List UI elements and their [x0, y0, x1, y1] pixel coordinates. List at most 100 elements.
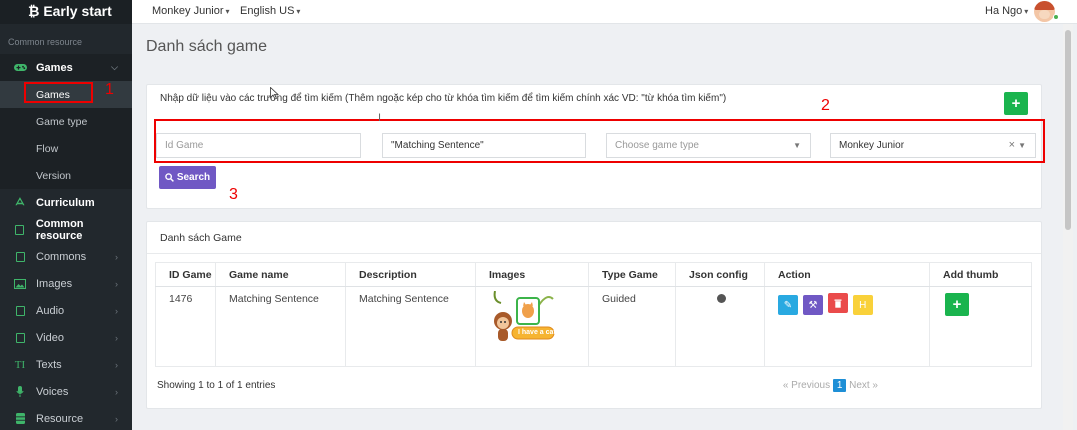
search-button[interactable]: Search	[159, 166, 216, 189]
trash-icon	[834, 299, 842, 308]
page-scrollbar[interactable]	[1063, 24, 1073, 430]
chevron-right-icon: ›	[115, 332, 118, 343]
sidebar-item-commons[interactable]: Commons ›	[0, 243, 132, 270]
column-header[interactable]: ID Game	[155, 262, 216, 287]
game-name-value: "Matching Sentence"	[391, 140, 484, 151]
annotation-number-2: 2	[821, 97, 830, 114]
caret-down-icon: ▼	[793, 141, 801, 150]
app-select-value: Monkey Junior	[839, 140, 905, 151]
sidebar: ₿ Early start Common resource Games ⌵ Ga…	[0, 0, 132, 430]
sidebar-item-label: Curriculum	[36, 196, 95, 209]
avatar[interactable]	[1034, 1, 1055, 22]
caret-down-icon: ▾	[1024, 7, 1029, 16]
plus-icon: +	[1011, 95, 1021, 112]
caret-down-icon: ▾	[225, 7, 230, 16]
column-header[interactable]: Json config	[675, 262, 765, 287]
game-name-input[interactable]: "Matching Sentence"	[382, 133, 586, 158]
cell-description: Matching Sentence	[345, 286, 476, 367]
sidebar-item-label: Common resource	[35, 217, 84, 242]
game-type-select[interactable]: Choose game type ▼	[606, 133, 811, 158]
chevron-down-icon: ⌵	[111, 62, 118, 72]
divider	[147, 253, 1041, 254]
sidebar-subitem-flow[interactable]: Flow	[0, 135, 132, 162]
sidebar-item-label: Resource	[36, 412, 84, 425]
user-name: Ha Ngo	[985, 5, 1023, 17]
sidebar-item-label: Texts	[36, 358, 62, 371]
sidebar-item-label: Audio	[36, 304, 65, 317]
id-game-placeholder: Id Game	[165, 140, 204, 151]
search-hint: Nhập dữ liệu vào các trường để tìm kiếm …	[160, 93, 727, 104]
database-icon	[13, 413, 27, 425]
file-icon	[13, 251, 27, 263]
cell-image: I have a cat	[475, 286, 589, 367]
bitcoin-icon: ₿	[28, 3, 44, 19]
sidebar-item-texts[interactable]: TI Texts ›	[0, 351, 132, 378]
h-button[interactable]: H	[852, 295, 873, 315]
previous-page-button[interactable]: « Previous	[783, 380, 830, 391]
json-config-icon[interactable]	[717, 294, 726, 303]
search-panel: Nhập dữ liệu vào các trường để tìm kiếm …	[146, 84, 1045, 209]
mic-icon	[13, 386, 27, 398]
cell-game-name: Matching Sentence	[215, 286, 346, 367]
sidebar-item-resource[interactable]: Resource ›	[0, 405, 132, 430]
sidebar-item-label: Games	[36, 61, 73, 74]
chevron-right-icon: ›	[115, 359, 118, 370]
column-header[interactable]: Add thumb	[929, 262, 1032, 287]
sidebar-item-audio[interactable]: Audio ›	[0, 297, 132, 324]
sidebar-section-header: Common resource	[8, 37, 83, 47]
column-header[interactable]: Type Game	[588, 262, 676, 287]
sidebar-item-images[interactable]: Images ›	[0, 270, 132, 297]
online-status-dot	[1053, 14, 1059, 20]
clear-icon[interactable]: ×	[1009, 139, 1015, 151]
pencil-icon: ✎	[783, 299, 793, 311]
column-header[interactable]: Images	[475, 262, 589, 287]
filter-annotation-box: Id Game "Matching Sentence" Choose game …	[154, 119, 1045, 163]
edit-button[interactable]: ✎	[778, 295, 798, 315]
next-page-button[interactable]: Next »	[849, 380, 878, 391]
app-select[interactable]: Monkey Junior × ▼	[830, 133, 1036, 158]
pagination: « Previous 1 Next »	[783, 379, 878, 392]
game-list-panel: Danh sách Game ID Game Game name Descrip…	[146, 221, 1042, 409]
sidebar-item-label: Commons	[36, 250, 87, 263]
sidebar-item-curriculum[interactable]: ᗋ Curriculum	[0, 189, 132, 216]
sidebar-subitem-version[interactable]: Version	[0, 162, 132, 189]
sidebar-item-common-resource[interactable]: Common resource	[0, 216, 132, 243]
sidebar-item-games[interactable]: Games ⌵	[0, 54, 132, 81]
delete-button[interactable]	[827, 293, 848, 313]
cell-actions: ✎ ⚒ H	[764, 286, 930, 367]
sidebar-item-label: Video	[36, 331, 64, 344]
column-header[interactable]: Game name	[215, 262, 346, 287]
add-thumb-button[interactable]: +	[945, 293, 969, 316]
chevron-right-icon: ›	[115, 413, 118, 424]
caret-down-icon: ▾	[296, 7, 301, 16]
table-header-row: ID Game Game name Description Images Typ…	[155, 262, 1032, 287]
sidebar-item-voices[interactable]: Voices ›	[0, 378, 132, 405]
page-1-button[interactable]: 1	[833, 379, 847, 392]
column-header[interactable]: Action	[764, 262, 930, 287]
page-title: Danh sách game	[146, 38, 267, 55]
entries-info: Showing 1 to 1 of 1 entries	[157, 380, 276, 391]
id-game-input[interactable]: Id Game	[156, 133, 361, 158]
scrollbar-thumb[interactable]	[1065, 30, 1071, 230]
language-menu[interactable]: English US ▾	[240, 5, 300, 17]
configure-button[interactable]: ⚒	[802, 295, 823, 315]
top-navbar: Monkey Junior ▾ English US ▾ Ha Ngo ▾	[132, 0, 1077, 24]
cell-json-config	[675, 286, 765, 367]
file-icon	[13, 224, 27, 236]
video-file-icon	[13, 332, 27, 344]
chevron-right-icon: ›	[115, 386, 118, 397]
game-thumbnail[interactable]: I have a cat	[489, 290, 559, 351]
column-header[interactable]: Description	[345, 262, 476, 287]
app-menu[interactable]: Monkey Junior ▾	[152, 5, 230, 17]
sidebar-subitem-game-type[interactable]: Game type	[0, 108, 132, 135]
caret-down-icon: ▼	[1018, 141, 1026, 150]
h-button-label: H	[859, 299, 867, 311]
user-menu[interactable]: Ha Ngo ▾	[985, 5, 1028, 17]
audio-file-icon	[13, 305, 27, 317]
game-table: ID Game Game name Description Images Typ…	[155, 262, 1032, 367]
add-game-button[interactable]: +	[1004, 92, 1028, 115]
chevron-right-icon: ›	[115, 305, 118, 316]
brand[interactable]: ₿ Early start	[0, 0, 132, 24]
sidebar-group-games: Games ⌵ Games Game type Flow Version	[0, 54, 132, 189]
sidebar-item-video[interactable]: Video ›	[0, 324, 132, 351]
